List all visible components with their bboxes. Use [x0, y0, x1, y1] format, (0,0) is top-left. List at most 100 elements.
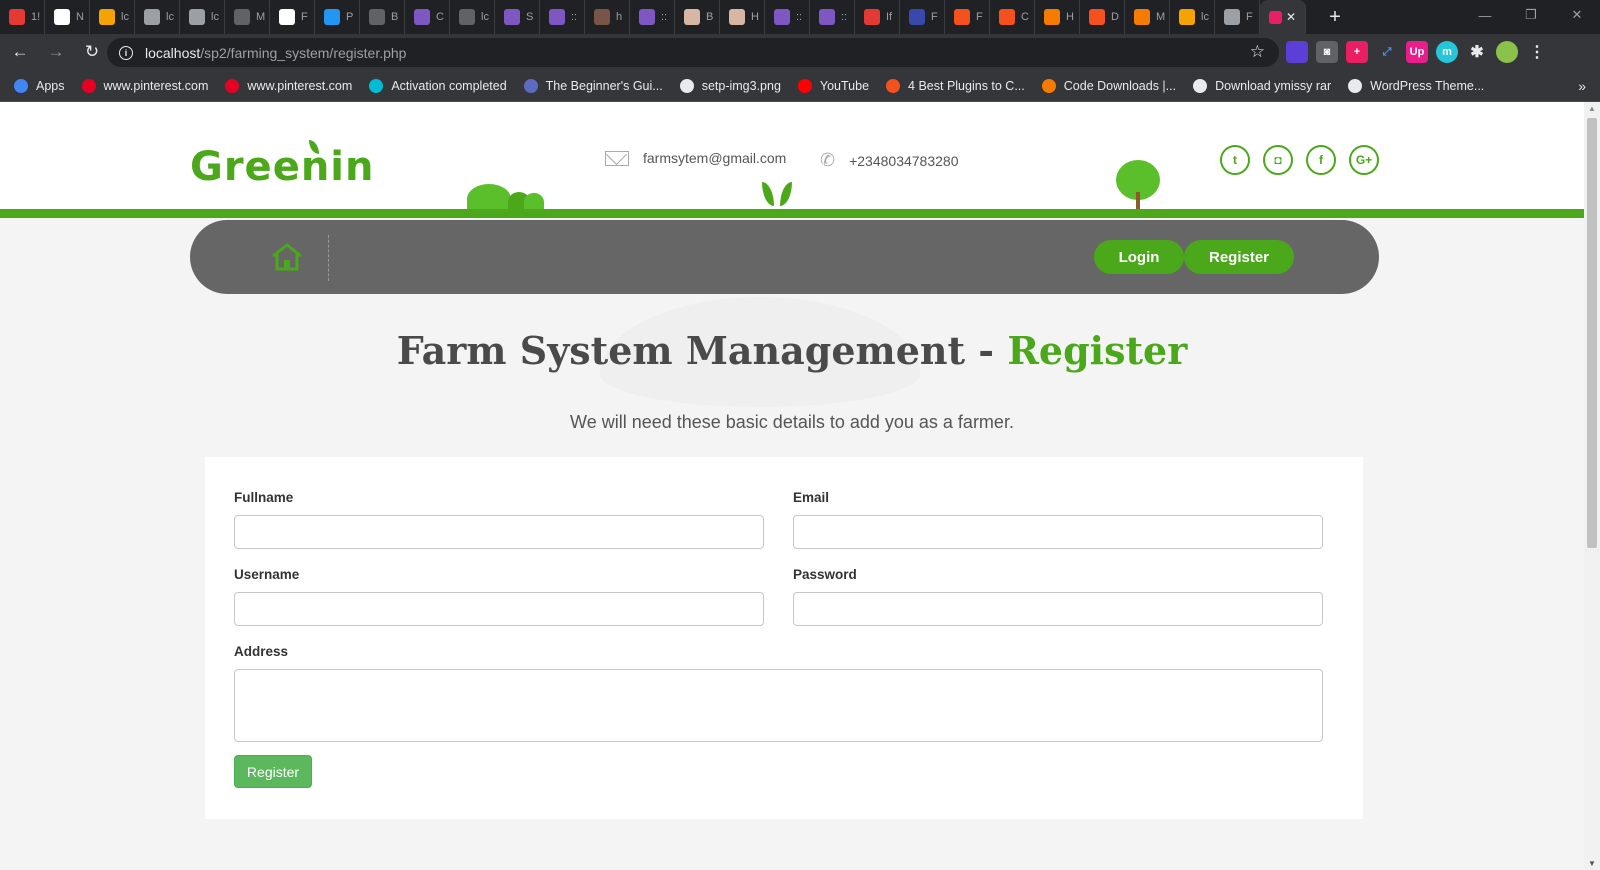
bookmark-label: The Beginner's Gui... — [545, 78, 663, 93]
bookmark-label: Activation completed — [391, 78, 507, 93]
browser-menu-icon[interactable]: ⋮ — [1526, 41, 1548, 63]
decorative-sprout-right — [780, 182, 792, 206]
page-scrollbar[interactable]: ▲ ▼ — [1584, 102, 1600, 870]
browser-tab[interactable]: B — [360, 0, 405, 34]
browser-tab[interactable]: :: — [810, 0, 855, 34]
address-bar[interactable]: i localhost/sp2/farming_system/register.… — [107, 38, 1279, 67]
browser-tab[interactable]: F — [1215, 0, 1260, 34]
register-nav-button[interactable]: Register — [1184, 240, 1294, 274]
reload-button[interactable]: ↻ — [76, 36, 108, 68]
camera-extension-icon[interactable]: ◙ — [1316, 41, 1338, 63]
facebook-icon[interactable]: f — [1306, 145, 1336, 175]
bookmark-item[interactable]: WordPress Theme... — [1348, 78, 1484, 93]
header-green-stripe — [0, 209, 1584, 218]
bookmark-item[interactable]: www.pinterest.com — [81, 78, 208, 93]
close-tab-icon[interactable]: ✕ — [1286, 10, 1296, 24]
browser-tab[interactable]: N — [45, 0, 90, 34]
bookmark-item[interactable]: Download ymissy rar — [1193, 78, 1331, 93]
home-icon[interactable] — [270, 242, 304, 272]
scroll-down-arrow-icon[interactable]: ▼ — [1588, 859, 1596, 868]
scroll-up-arrow-icon[interactable]: ▲ — [1588, 104, 1596, 113]
username-input[interactable] — [234, 592, 764, 626]
browser-tab[interactable]: lc — [135, 0, 180, 34]
browser-tab[interactable]: S — [495, 0, 540, 34]
bookmark-favicon-icon — [225, 78, 240, 93]
browser-tab[interactable]: :: — [765, 0, 810, 34]
email-input[interactable] — [793, 515, 1323, 549]
tab-label: lc — [211, 11, 219, 23]
bookmark-item[interactable]: Code Downloads |... — [1041, 78, 1177, 93]
browser-tab[interactable]: lc — [1170, 0, 1215, 34]
instagram-icon[interactable]: ◘ — [1263, 145, 1293, 175]
m-extension-icon[interactable]: m — [1436, 41, 1458, 63]
site-logo[interactable]: Greenin — [190, 144, 374, 190]
bookmark-item[interactable]: Apps — [14, 78, 65, 93]
profile-avatar[interactable] — [1496, 41, 1518, 63]
browser-tab[interactable]: lc — [180, 0, 225, 34]
address-textarea[interactable] — [234, 669, 1323, 742]
password-input[interactable] — [793, 592, 1323, 626]
browser-tab[interactable]: M — [225, 0, 270, 34]
tab-label: H — [751, 11, 759, 23]
restore-icon[interactable]: ❐ — [1508, 0, 1554, 30]
browser-tab[interactable]: 1! — [0, 0, 45, 34]
browser-tab[interactable]: C — [405, 0, 450, 34]
minimize-icon[interactable]: — — [1462, 0, 1508, 30]
scrollbar-thumb[interactable] — [1587, 118, 1597, 548]
browser-tab[interactable]: H — [1035, 0, 1080, 34]
back-button[interactable]: ← — [4, 36, 36, 68]
browser-tab[interactable]: F — [270, 0, 315, 34]
browser-tab[interactable]: P — [315, 0, 360, 34]
bookmark-label: Code Downloads |... — [1063, 78, 1177, 93]
bookmark-star-icon[interactable]: ☆ — [1250, 42, 1265, 62]
new-tab-button[interactable]: + — [1320, 6, 1350, 29]
close-window-icon[interactable]: ✕ — [1554, 0, 1600, 30]
bookmarks-overflow-button[interactable]: » — [1578, 78, 1586, 94]
bookmark-item[interactable]: The Beginner's Gui... — [523, 78, 663, 93]
twitter-icon[interactable]: t — [1220, 145, 1250, 175]
plus-extension-icon[interactable]: + — [1346, 41, 1368, 63]
page-title: Farm System Management - Register — [0, 328, 1584, 373]
extension-purple-icon[interactable] — [1286, 41, 1308, 63]
browser-tab[interactable]: If — [855, 0, 900, 34]
bookmark-item[interactable]: 4 Best Plugins to C... — [886, 78, 1025, 93]
browser-tab[interactable]: F — [945, 0, 990, 34]
browser-tab[interactable]: D — [1080, 0, 1125, 34]
tab-favicon-icon — [1224, 9, 1240, 25]
tab-label: :: — [661, 11, 668, 23]
browser-tab[interactable]: h — [585, 0, 630, 34]
browser-tab[interactable]: B — [675, 0, 720, 34]
tab-label: 1! — [31, 11, 41, 23]
bookmark-item[interactable]: YouTube — [797, 78, 869, 93]
browser-tab[interactable]: H — [720, 0, 765, 34]
browser-tab[interactable]: :: — [630, 0, 675, 34]
url-path: /sp2/farming_system/register.php — [200, 44, 407, 61]
browser-tab[interactable]: :: — [540, 0, 585, 34]
fullname-input[interactable] — [234, 515, 764, 549]
google-plus-icon[interactable]: G+ — [1349, 145, 1379, 175]
tab-label: D — [1111, 11, 1119, 23]
browser-tab[interactable]: C — [990, 0, 1035, 34]
window-controls: — ❐ ✕ — [1462, 0, 1600, 34]
forward-button[interactable]: → — [40, 36, 72, 68]
bookmark-item[interactable]: setp-img3.png — [679, 78, 781, 93]
browser-tab[interactable]: lc — [90, 0, 135, 34]
upwork-extension-icon[interactable]: Up — [1406, 41, 1428, 63]
tab-favicon-icon — [189, 9, 205, 25]
tab-favicon-icon — [9, 9, 25, 25]
expand-extension-icon[interactable]: ⤢ — [1376, 41, 1398, 63]
bookmark-item[interactable]: www.pinterest.com — [225, 78, 352, 93]
page-viewport: Greenin farmsytem@gmail.com ✆ +234803478… — [0, 102, 1584, 870]
active-tab[interactable]: ✕ — [1260, 0, 1306, 34]
decorative-tree-trunk — [1136, 192, 1140, 210]
browser-tab[interactable]: M — [1125, 0, 1170, 34]
browser-tab[interactable]: F — [900, 0, 945, 34]
site-info-icon[interactable]: i — [119, 45, 133, 60]
browser-tab[interactable]: lc — [450, 0, 495, 34]
bookmark-item[interactable]: Activation completed — [369, 78, 507, 93]
tab-favicon-icon — [504, 9, 520, 25]
tab-label: P — [346, 11, 354, 23]
login-button[interactable]: Login — [1094, 240, 1184, 274]
puzzle-extensions-icon[interactable]: ✱ — [1466, 41, 1488, 63]
register-submit-button[interactable]: Register — [234, 755, 312, 788]
